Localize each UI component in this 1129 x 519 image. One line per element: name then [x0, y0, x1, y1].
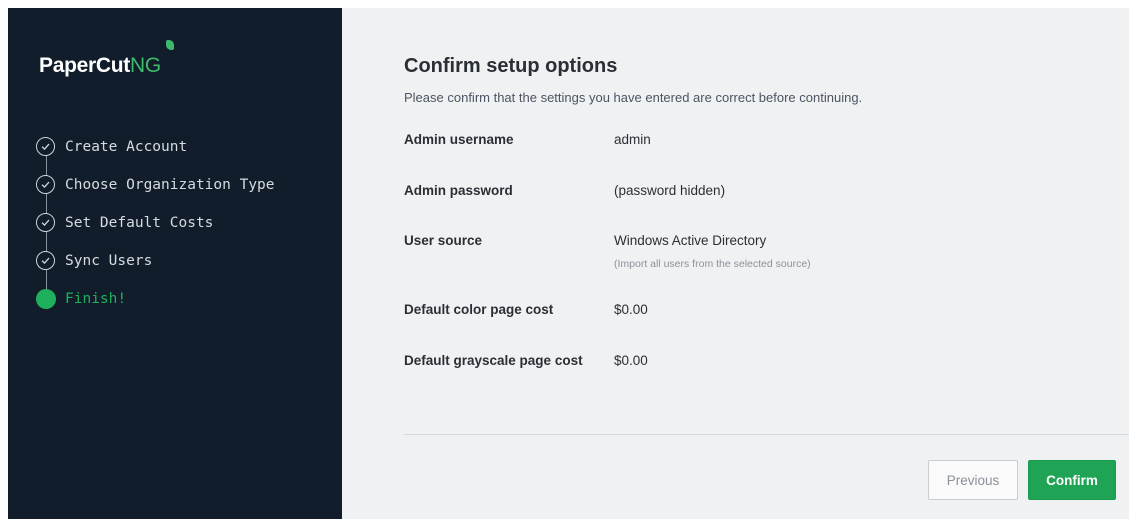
row-key: Default grayscale page cost [404, 353, 583, 368]
step-create-account: Create Account [36, 137, 275, 175]
step-label: Choose Organization Type [65, 177, 275, 193]
confirm-panel: Confirm setup options Please confirm tha… [342, 8, 1129, 519]
papercut-logo: PaperCutNG [39, 40, 174, 78]
footer-divider [404, 434, 1129, 435]
row-key: Admin password [404, 183, 513, 198]
row-value: admin [614, 132, 651, 147]
step-label: Set Default Costs [65, 215, 214, 231]
step-finish: Finish! [36, 289, 275, 327]
step-sync-users: Sync Users [36, 251, 275, 289]
step-choose-organization-type: Choose Organization Type [36, 175, 275, 213]
check-circle-icon [36, 251, 55, 270]
row-value: Windows Active Directory [614, 233, 767, 248]
page-subtitle: Please confirm that the settings you hav… [404, 90, 863, 105]
current-step-dot-icon [36, 289, 56, 309]
row-value: $0.00 [614, 353, 648, 368]
setup-wizard: PaperCutNG Create Account Choose Organiz… [8, 8, 1129, 519]
row-value: $0.00 [614, 302, 648, 317]
step-label: Finish! [65, 291, 127, 307]
confirm-button[interactable]: Confirm [1028, 460, 1116, 500]
check-circle-icon [36, 137, 55, 156]
page-title: Confirm setup options [404, 55, 618, 77]
check-circle-icon [36, 213, 55, 232]
logo-suffix: NG [129, 54, 161, 77]
row-hint: (Import all users from the selected sour… [614, 258, 811, 270]
row-key: User source [404, 233, 483, 248]
step-label: Sync Users [65, 253, 153, 269]
step-label: Create Account [65, 139, 188, 155]
row-value: (password hidden) [614, 183, 726, 198]
wizard-steps: Create Account Choose Organization Type … [36, 137, 275, 327]
leaf-icon [165, 40, 174, 50]
step-set-default-costs: Set Default Costs [36, 213, 275, 251]
previous-button[interactable]: Previous [928, 460, 1018, 500]
check-circle-icon [36, 175, 55, 194]
row-key: Admin username [404, 132, 514, 147]
logo-text: PaperCut [39, 54, 130, 77]
wizard-sidebar: PaperCutNG Create Account Choose Organiz… [8, 8, 342, 519]
row-key: Default color page cost [404, 302, 554, 317]
